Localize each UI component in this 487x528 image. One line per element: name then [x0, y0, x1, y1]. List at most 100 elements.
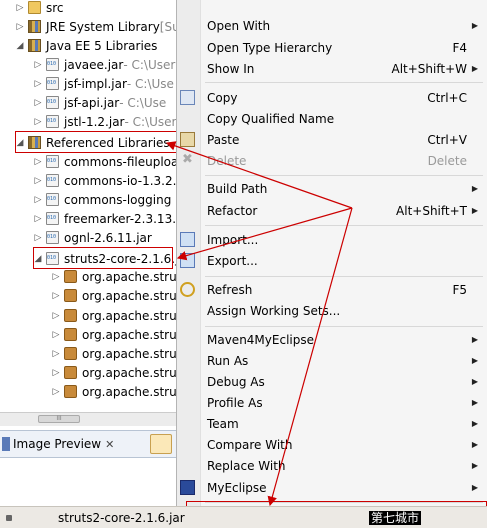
- menu-item-paste[interactable]: Paste Ctrl+V: [177, 129, 485, 150]
- menu-item-shortcut: Ctrl+C: [427, 90, 467, 105]
- package-explorer-tree[interactable]: ▷ src ▷ JRE System Library [Su ◢ Java EE 5 Li…: [0, 0, 176, 412]
- tree-item[interactable]: ▷ jsf-impl.jar - C:\Use: [33, 74, 174, 93]
- menu-item-label: MyEclipse: [207, 480, 267, 495]
- menu-item-label: Export...: [207, 253, 258, 268]
- jar-icon: [46, 155, 59, 168]
- tree-item[interactable]: ▷ org.apache.stru: [51, 363, 176, 382]
- context-menu: Open With ▶ Open Type Hierarchy F4 Show In Al…: [176, 0, 487, 524]
- collapsed-twisty-icon[interactable]: ▷: [33, 79, 43, 89]
- tree-item-path: - C:\User: [123, 57, 176, 72]
- collapsed-twisty-icon[interactable]: ▷: [15, 3, 25, 13]
- tree-item[interactable]: ▷ jstl-1.2.jar - C:\User: [33, 112, 176, 131]
- menu-item-refactor[interactable]: Refactor Alt+Shift+T ▶: [177, 200, 485, 221]
- menu-item-run-as[interactable]: Run As ▶: [177, 350, 485, 371]
- tree-item-label: jsf-api.jar: [64, 95, 120, 110]
- tree-item[interactable]: ▷ org.apache.stru: [51, 286, 176, 305]
- jar-icon: [46, 193, 59, 206]
- tree-item-label: jsf-impl.jar: [64, 76, 127, 91]
- collapsed-twisty-icon[interactable]: ▷: [33, 117, 43, 127]
- expanded-twisty-icon[interactable]: ◢: [15, 41, 25, 51]
- menu-separator: [205, 225, 483, 226]
- menu-item-label: Show In: [207, 61, 255, 76]
- tree-item[interactable]: ▷ JRE System Library [Su: [15, 17, 176, 36]
- jar-icon: [46, 58, 59, 71]
- tree-item[interactable]: ▷ freemarker-2.3.13.: [33, 209, 176, 228]
- menu-item-assign-working-sets[interactable]: Assign Working Sets...: [177, 300, 485, 321]
- submenu-arrow-icon: ▶: [471, 419, 478, 428]
- package-icon: [64, 385, 77, 398]
- menu-item-shortcut: F4: [452, 40, 467, 55]
- collapsed-twisty-icon[interactable]: ▷: [51, 387, 61, 397]
- copy-icon: [180, 90, 195, 105]
- tree-item-path: [Su: [159, 19, 176, 34]
- package-icon: [64, 289, 77, 302]
- collapsed-twisty-icon[interactable]: ▷: [15, 22, 25, 32]
- submenu-arrow-icon: ▶: [471, 461, 478, 470]
- tree-item[interactable]: ▷ javaee.jar - C:\User: [33, 55, 176, 74]
- menu-item-compare-with[interactable]: Compare With ▶: [177, 434, 485, 455]
- tree-item[interactable]: ▷ org.apache.stru: [51, 382, 176, 401]
- menu-item-import[interactable]: Import...: [177, 229, 485, 250]
- collapsed-twisty-icon[interactable]: ▷: [51, 311, 61, 321]
- menu-item-debug-as[interactable]: Debug As ▶: [177, 371, 485, 392]
- collapsed-twisty-icon[interactable]: ▷: [33, 233, 43, 243]
- tree-item[interactable]: ▷ commons-fileuploa: [33, 152, 176, 171]
- menu-item-replace-with[interactable]: Replace With ▶: [177, 455, 485, 476]
- tree-item-label: commons-fileuploa: [64, 154, 176, 169]
- tree-item-label: javaee.jar: [64, 57, 124, 72]
- menu-item-copy-qualified-name[interactable]: Copy Qualified Name: [177, 108, 485, 129]
- collapsed-twisty-icon[interactable]: ▷: [33, 157, 43, 167]
- menu-separator: [205, 82, 483, 83]
- scrollbar-thumb[interactable]: III: [38, 415, 80, 423]
- menu-item-build-path[interactable]: Build Path ▶: [177, 178, 485, 199]
- folder-icon: [28, 1, 41, 14]
- tree-item-label: ognl-2.6.11.jar: [64, 230, 152, 245]
- referenced-libraries-highlight: [15, 131, 177, 153]
- tree-item[interactable]: ▷ org.apache.stru: [51, 344, 176, 363]
- menu-item-export[interactable]: Export...: [177, 250, 485, 271]
- menu-item-label: Open Type Hierarchy: [207, 40, 333, 55]
- tree-item[interactable]: ▷ org.apache.stru: [51, 306, 176, 325]
- image-preview-panel: [0, 458, 176, 506]
- collapsed-twisty-icon[interactable]: ▷: [51, 368, 61, 378]
- collapsed-twisty-icon[interactable]: ▷: [33, 214, 43, 224]
- refresh-icon: [180, 282, 195, 297]
- collapsed-twisty-icon[interactable]: ▷: [51, 291, 61, 301]
- tree-item[interactable]: ▷ jsf-api.jar - C:\Use: [33, 93, 167, 112]
- menu-item-maven4myeclipse[interactable]: Maven4MyEclipse ▶: [177, 329, 485, 350]
- menu-item-open-with[interactable]: Open With ▶: [177, 15, 485, 36]
- collapsed-twisty-icon[interactable]: ▷: [33, 60, 43, 70]
- package-icon: [64, 347, 77, 360]
- tree-item[interactable]: ▷ org.apache.stru: [51, 325, 176, 344]
- menu-item-copy[interactable]: Copy Ctrl+C: [177, 87, 485, 108]
- menu-item-myeclipse[interactable]: MyEclipse ▶: [177, 477, 485, 498]
- menu-item-label: Run As: [207, 353, 249, 368]
- menu-separator: [205, 326, 483, 327]
- tree-horizontal-scrollbar[interactable]: [0, 412, 176, 426]
- tree-item[interactable]: ▷ commons-logging: [33, 190, 172, 209]
- menu-item-refresh[interactable]: Refresh F5: [177, 279, 485, 300]
- collapsed-twisty-icon[interactable]: ▷: [33, 176, 43, 186]
- collapsed-twisty-icon[interactable]: ▷: [51, 272, 61, 282]
- collapsed-twisty-icon[interactable]: ▷: [51, 330, 61, 340]
- tree-item[interactable]: ◢ Java EE 5 Libraries: [15, 36, 158, 55]
- collapsed-twisty-icon[interactable]: ▷: [33, 98, 43, 108]
- tree-item-label: commons-logging: [64, 192, 172, 207]
- jar-icon: [46, 174, 59, 187]
- tree-item[interactable]: ▷ src: [15, 0, 64, 17]
- menu-separator: [205, 276, 483, 277]
- myeclipse-icon: [180, 480, 195, 495]
- menu-item-team[interactable]: Team ▶: [177, 413, 485, 434]
- close-icon[interactable]: ✕: [105, 438, 114, 451]
- tree-item[interactable]: ▷ ognl-2.6.11.jar: [33, 228, 152, 247]
- menu-item-label: Copy Qualified Name: [207, 111, 335, 126]
- menu-item-show-in[interactable]: Show In Alt+Shift+W ▶: [177, 58, 485, 79]
- watermark-logo: 第七城市: [369, 511, 422, 525]
- menu-item-open-type-hierarchy[interactable]: Open Type Hierarchy F4: [177, 37, 485, 58]
- tree-item[interactable]: ▷ org.apache.stru: [51, 267, 176, 286]
- menu-item-profile-as[interactable]: Profile As ▶: [177, 392, 485, 413]
- collapsed-twisty-icon[interactable]: ▷: [33, 195, 43, 205]
- collapsed-twisty-icon[interactable]: ▷: [51, 349, 61, 359]
- view-toolbar-button[interactable]: [150, 434, 172, 454]
- tree-item[interactable]: ▷ commons-io-1.3.2.: [33, 171, 176, 190]
